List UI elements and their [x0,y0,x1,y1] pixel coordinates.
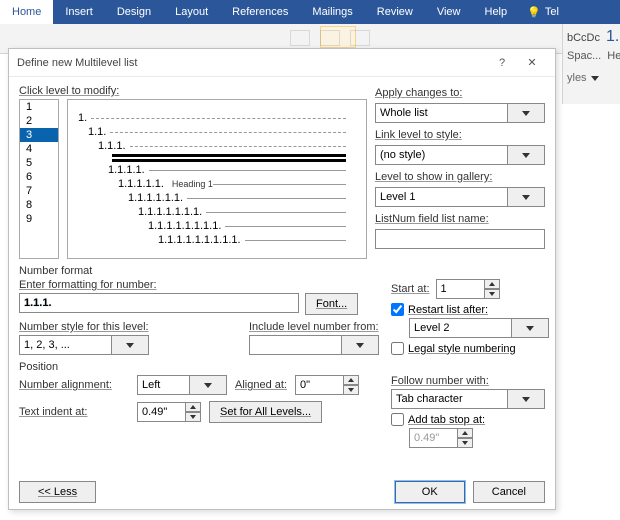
ribbon-tab-home[interactable]: Home [0,0,53,24]
chevron-down-icon [526,326,534,331]
number-style-combo[interactable]: 1, 2, 3, ... [19,335,149,355]
preview-row: 1.1.1.1.1.1.1.1.1. [158,234,346,246]
ribbon-tab-design[interactable]: Design [105,0,163,24]
preview-row: 1.1.1.1.1.1. [128,192,346,204]
bullets-icon [290,30,310,46]
lightbulb-icon: 💡 [527,6,541,19]
level-item-9[interactable]: 9 [20,212,58,226]
show-gallery-combo[interactable]: Level 1 [375,187,545,207]
link-level-combo[interactable]: (no style) [375,145,545,165]
styles-gallery-fragment: bCcDc 1. Spac... He yles [562,24,620,104]
level-item-7[interactable]: 7 [20,184,58,198]
listnum-input[interactable] [375,229,545,249]
style-num-sample: 1. [606,28,619,46]
chevron-down-icon [204,383,212,388]
number-alignment-combo[interactable]: Left [137,375,227,395]
text-indent-spinner[interactable] [137,402,201,422]
ribbon-tab-view[interactable]: View [425,0,473,24]
ok-button[interactable]: OK [395,481,465,503]
enter-formatting-input[interactable] [19,293,299,313]
link-level-label: Link level to style: [375,129,545,141]
aligned-at-spinner[interactable] [295,375,359,395]
preview-row: 1.1.1.1.1.1.1.1. [148,220,346,232]
level-item-3[interactable]: 3 [20,128,58,142]
numbering-icon [320,30,340,46]
dialog-titlebar: Define new Multilevel list ? ✕ [9,49,555,77]
level-item-6[interactable]: 6 [20,170,58,184]
preview-row [108,154,346,157]
multilevel-icon [350,30,370,46]
restart-level-combo[interactable]: Level 2 [409,318,549,338]
styles-dropdown[interactable]: yles [567,72,616,84]
number-format-heading: Number format [19,265,545,277]
ribbon-tabs: HomeInsertDesignLayoutReferencesMailings… [0,0,620,24]
restart-list-checkbox[interactable]: Restart list after: [391,303,549,316]
preview-row: 1.1.1.1.1.Heading 1 [118,178,346,190]
preview-row: 1.1.1. [98,140,346,152]
chevron-down-icon [522,111,530,116]
dialog-help-button[interactable]: ? [487,49,517,77]
define-multilevel-list-dialog: Define new Multilevel list ? ✕ Click lev… [8,48,556,510]
dialog-title: Define new Multilevel list [17,57,137,69]
apply-changes-label: Apply changes to: [375,87,545,99]
chevron-down-icon [522,153,530,158]
cancel-button[interactable]: Cancel [473,481,545,503]
level-item-5[interactable]: 5 [20,156,58,170]
show-gallery-label: Level to show in gallery: [375,171,545,183]
less-button[interactable]: << Less [19,481,96,503]
follow-number-combo[interactable]: Tab character [391,389,545,409]
dialog-close-button[interactable]: ✕ [517,49,547,77]
ribbon-tab-insert[interactable]: Insert [53,0,105,24]
tell-me[interactable]: 💡Tel [519,0,567,24]
preview-row: 1.1. [88,126,346,138]
level-item-1[interactable]: 1 [20,100,58,114]
start-at-label: Start at: [391,283,430,295]
style-sample: bCcDc [567,32,600,44]
follow-number-label: Follow number with: [391,375,545,387]
ribbon-tab-mailings[interactable]: Mailings [300,0,364,24]
text-indent-label: Text indent at: [19,406,129,418]
preview-row [108,159,346,162]
number-style-label: Number style for this level: [19,321,235,333]
listnum-label: ListNum field list name: [375,213,545,225]
preview-row: 1.1.1.1. [108,164,346,176]
ribbon-tab-review[interactable]: Review [365,0,425,24]
start-at-spinner[interactable] [436,279,500,299]
number-alignment-label: Number alignment: [19,379,129,391]
chevron-down-icon [522,397,530,402]
level-list[interactable]: 123456789 [19,99,59,259]
font-button[interactable]: Font... [305,293,358,315]
list-preview: 1.1.1.1.1.1.1.1.1.1.1.1.1.1.1.Heading 11… [67,99,367,259]
preview-row: 1. [78,112,346,124]
set-for-all-levels-button[interactable]: Set for All Levels... [209,401,322,423]
add-tab-stop-checkbox[interactable]: Add tab stop at: [391,413,545,426]
chevron-down-icon [126,343,134,348]
preview-row: 1.1.1.1.1.1.1. [138,206,346,218]
level-item-4[interactable]: 4 [20,142,58,156]
include-level-label: Include level number from: [249,321,379,333]
include-level-combo[interactable] [249,335,379,355]
legal-style-checkbox[interactable]: Legal style numbering [391,342,549,355]
add-tab-stop-spinner[interactable] [409,428,545,448]
chevron-down-icon [591,76,599,81]
chevron-down-icon [356,343,364,348]
ribbon-tab-references[interactable]: References [220,0,300,24]
aligned-at-label: Aligned at: [235,379,287,391]
enter-formatting-label: Enter formatting for number: [19,279,379,291]
level-item-2[interactable]: 2 [20,114,58,128]
chevron-down-icon [522,195,530,200]
level-item-8[interactable]: 8 [20,198,58,212]
ribbon-tab-layout[interactable]: Layout [163,0,220,24]
ribbon-tab-help[interactable]: Help [473,0,520,24]
position-heading: Position [19,361,545,373]
apply-changes-combo[interactable]: Whole list [375,103,545,123]
